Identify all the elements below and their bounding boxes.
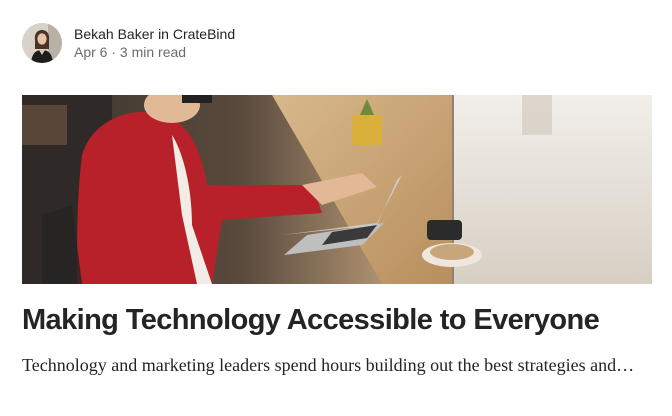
post-title[interactable]: Making Technology Accessible to Everyone (22, 300, 662, 340)
publication-link[interactable]: CrateBind (173, 26, 235, 42)
byline: Bekah Baker in CrateBind (74, 25, 235, 43)
post-excerpt[interactable]: Technology and marketing leaders spend h… (22, 352, 652, 379)
author-row: Bekah Baker in CrateBind Apr 6 · 3 min r… (22, 22, 235, 64)
read-time: 3 min read (119, 44, 187, 60)
author-meta: Bekah Baker in CrateBind Apr 6 · 3 min r… (74, 25, 235, 61)
author-name-link[interactable]: Bekah Baker (74, 26, 154, 42)
post-meta: Apr 6 · 3 min read (74, 43, 235, 61)
post-date: Apr 6 (74, 44, 108, 60)
post-card: Bekah Baker in CrateBind Apr 6 · 3 min r… (0, 0, 672, 416)
hero-image[interactable] (22, 95, 652, 284)
author-avatar[interactable] (22, 23, 62, 63)
byline-in-word: in (158, 26, 169, 42)
meta-separator: · (111, 44, 117, 60)
